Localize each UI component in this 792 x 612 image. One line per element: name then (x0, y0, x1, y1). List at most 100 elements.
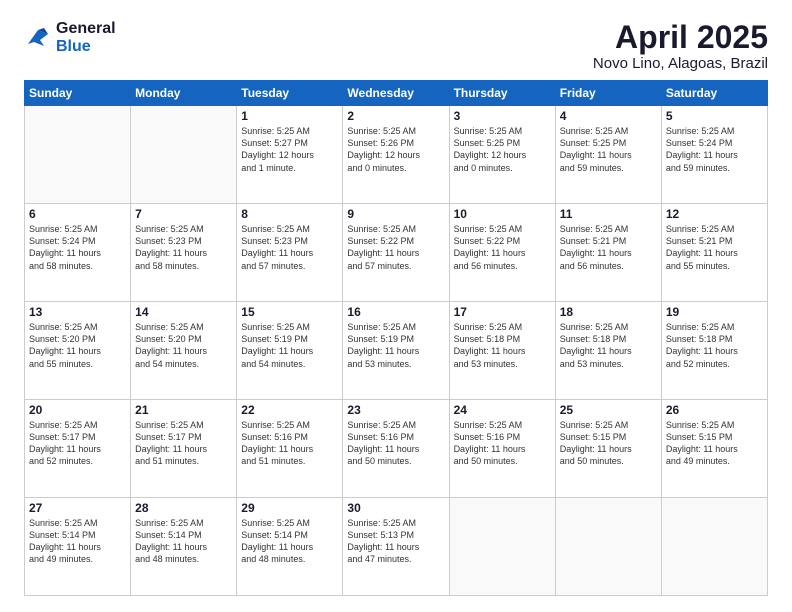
day-info: Sunrise: 5:25 AM Sunset: 5:20 PM Dayligh… (135, 321, 232, 370)
day-info: Sunrise: 5:25 AM Sunset: 5:19 PM Dayligh… (347, 321, 444, 370)
day-number: 26 (666, 403, 763, 417)
header-saturday: Saturday (661, 81, 767, 106)
calendar-day: 13 Sunrise: 5:25 AM Sunset: 5:20 PM Dayli… (25, 302, 131, 400)
calendar-day: 29 Sunrise: 5:25 AM Sunset: 5:14 PM Dayli… (237, 498, 343, 596)
day-info: Sunrise: 5:25 AM Sunset: 5:23 PM Dayligh… (135, 223, 232, 272)
logo: General Blue (24, 20, 116, 55)
calendar-day (131, 106, 237, 204)
calendar-day: 15 Sunrise: 5:25 AM Sunset: 5:19 PM Dayli… (237, 302, 343, 400)
day-info: Sunrise: 5:25 AM Sunset: 5:21 PM Dayligh… (666, 223, 763, 272)
calendar-day: 7 Sunrise: 5:25 AM Sunset: 5:23 PM Daylig… (131, 204, 237, 302)
calendar-day (555, 498, 661, 596)
day-info: Sunrise: 5:25 AM Sunset: 5:18 PM Dayligh… (560, 321, 657, 370)
calendar-day: 30 Sunrise: 5:25 AM Sunset: 5:13 PM Dayli… (343, 498, 449, 596)
calendar-day: 23 Sunrise: 5:25 AM Sunset: 5:16 PM Dayli… (343, 400, 449, 498)
calendar-day: 24Sunrise: 5:25 AM Sunset: 5:16 PM Dayli… (449, 400, 555, 498)
calendar-day: 3Sunrise: 5:25 AM Sunset: 5:25 PM Daylig… (449, 106, 555, 204)
day-number: 20 (29, 403, 126, 417)
calendar-day: 9 Sunrise: 5:25 AM Sunset: 5:22 PM Daylig… (343, 204, 449, 302)
day-number: 14 (135, 305, 232, 319)
calendar-day: 28 Sunrise: 5:25 AM Sunset: 5:14 PM Dayli… (131, 498, 237, 596)
day-info: Sunrise: 5:25 AM Sunset: 5:17 PM Dayligh… (135, 419, 232, 468)
day-info: Sunrise: 5:25 AM Sunset: 5:24 PM Dayligh… (29, 223, 126, 272)
day-number: 5 (666, 109, 763, 123)
day-number: 21 (135, 403, 232, 417)
day-number: 27 (29, 501, 126, 515)
day-number: 28 (135, 501, 232, 515)
day-number: 1 (241, 109, 338, 123)
day-number: 22 (241, 403, 338, 417)
calendar-title: April 2025 (593, 20, 768, 55)
day-info: Sunrise: 5:25 AM Sunset: 5:15 PM Dayligh… (560, 419, 657, 468)
day-info: Sunrise: 5:25 AM Sunset: 5:14 PM Dayligh… (241, 517, 338, 566)
day-info: Sunrise: 5:25 AM Sunset: 5:15 PM Dayligh… (666, 419, 763, 468)
logo-text: General Blue (56, 20, 116, 55)
day-info: Sunrise: 5:25 AM Sunset: 5:25 PM Dayligh… (454, 125, 551, 174)
calendar-week-0: 1 Sunrise: 5:25 AM Sunset: 5:27 PM Daylig… (25, 106, 768, 204)
day-info: Sunrise: 5:25 AM Sunset: 5:24 PM Dayligh… (666, 125, 763, 174)
day-number: 29 (241, 501, 338, 515)
calendar-header-row: Sunday Monday Tuesday Wednesday Thursday… (25, 81, 768, 106)
header-thursday: Thursday (449, 81, 555, 106)
day-number: 15 (241, 305, 338, 319)
day-info: Sunrise: 5:25 AM Sunset: 5:18 PM Dayligh… (454, 321, 551, 370)
day-number: 9 (347, 207, 444, 221)
day-number: 25 (560, 403, 657, 417)
calendar-subtitle: Novo Lino, Alagoas, Brazil (593, 55, 768, 72)
calendar-day: 1 Sunrise: 5:25 AM Sunset: 5:27 PM Daylig… (237, 106, 343, 204)
day-info: Sunrise: 5:25 AM Sunset: 5:14 PM Dayligh… (29, 517, 126, 566)
day-info: Sunrise: 5:25 AM Sunset: 5:17 PM Dayligh… (29, 419, 126, 468)
calendar-day: 5 Sunrise: 5:25 AM Sunset: 5:24 PM Daylig… (661, 106, 767, 204)
day-number: 12 (666, 207, 763, 221)
day-number: 16 (347, 305, 444, 319)
calendar-day: 2Sunrise: 5:25 AM Sunset: 5:26 PM Daylig… (343, 106, 449, 204)
day-number: 17 (454, 305, 551, 319)
day-number: 23 (347, 403, 444, 417)
page: General Blue April 2025 Novo Lino, Alago… (0, 0, 792, 612)
day-info: Sunrise: 5:25 AM Sunset: 5:14 PM Dayligh… (135, 517, 232, 566)
calendar-day: 16 Sunrise: 5:25 AM Sunset: 5:19 PM Dayli… (343, 302, 449, 400)
calendar-day: 21 Sunrise: 5:25 AM Sunset: 5:17 PM Dayli… (131, 400, 237, 498)
day-info: Sunrise: 5:25 AM Sunset: 5:25 PM Dayligh… (560, 125, 657, 174)
header-sunday: Sunday (25, 81, 131, 106)
day-info: Sunrise: 5:25 AM Sunset: 5:20 PM Dayligh… (29, 321, 126, 370)
header-tuesday: Tuesday (237, 81, 343, 106)
calendar-day: 20 Sunrise: 5:25 AM Sunset: 5:17 PM Dayli… (25, 400, 131, 498)
day-info: Sunrise: 5:25 AM Sunset: 5:22 PM Dayligh… (347, 223, 444, 272)
day-info: Sunrise: 5:25 AM Sunset: 5:16 PM Dayligh… (347, 419, 444, 468)
calendar-day: 19Sunrise: 5:25 AM Sunset: 5:18 PM Dayli… (661, 302, 767, 400)
header-monday: Monday (131, 81, 237, 106)
day-number: 10 (454, 207, 551, 221)
day-info: Sunrise: 5:25 AM Sunset: 5:16 PM Dayligh… (454, 419, 551, 468)
header-wednesday: Wednesday (343, 81, 449, 106)
calendar-week-2: 13 Sunrise: 5:25 AM Sunset: 5:20 PM Dayli… (25, 302, 768, 400)
day-info: Sunrise: 5:25 AM Sunset: 5:18 PM Dayligh… (666, 321, 763, 370)
day-info: Sunrise: 5:25 AM Sunset: 5:27 PM Dayligh… (241, 125, 338, 174)
calendar-day: 8 Sunrise: 5:25 AM Sunset: 5:23 PM Daylig… (237, 204, 343, 302)
calendar-day: 10 Sunrise: 5:25 AM Sunset: 5:22 PM Dayli… (449, 204, 555, 302)
day-info: Sunrise: 5:25 AM Sunset: 5:22 PM Dayligh… (454, 223, 551, 272)
day-number: 2 (347, 109, 444, 123)
calendar-day: 11 Sunrise: 5:25 AM Sunset: 5:21 PM Dayli… (555, 204, 661, 302)
day-info: Sunrise: 5:25 AM Sunset: 5:23 PM Dayligh… (241, 223, 338, 272)
day-number: 4 (560, 109, 657, 123)
day-number: 13 (29, 305, 126, 319)
calendar-day: 12 Sunrise: 5:25 AM Sunset: 5:21 PM Dayli… (661, 204, 767, 302)
day-info: Sunrise: 5:25 AM Sunset: 5:16 PM Dayligh… (241, 419, 338, 468)
header-friday: Friday (555, 81, 661, 106)
title-block: April 2025 Novo Lino, Alagoas, Brazil (593, 20, 768, 72)
day-number: 8 (241, 207, 338, 221)
day-info: Sunrise: 5:25 AM Sunset: 5:13 PM Dayligh… (347, 517, 444, 566)
calendar-day: 14 Sunrise: 5:25 AM Sunset: 5:20 PM Dayli… (131, 302, 237, 400)
calendar-day: 27 Sunrise: 5:25 AM Sunset: 5:14 PM Dayli… (25, 498, 131, 596)
day-number: 7 (135, 207, 232, 221)
day-number: 30 (347, 501, 444, 515)
calendar-day: 18Sunrise: 5:25 AM Sunset: 5:18 PM Dayli… (555, 302, 661, 400)
day-info: Sunrise: 5:25 AM Sunset: 5:19 PM Dayligh… (241, 321, 338, 370)
day-number: 11 (560, 207, 657, 221)
day-info: Sunrise: 5:25 AM Sunset: 5:21 PM Dayligh… (560, 223, 657, 272)
header: General Blue April 2025 Novo Lino, Alago… (24, 20, 768, 72)
calendar-day: 25 Sunrise: 5:25 AM Sunset: 5:15 PM Dayli… (555, 400, 661, 498)
calendar-day (449, 498, 555, 596)
calendar-week-1: 6Sunrise: 5:25 AM Sunset: 5:24 PM Daylig… (25, 204, 768, 302)
